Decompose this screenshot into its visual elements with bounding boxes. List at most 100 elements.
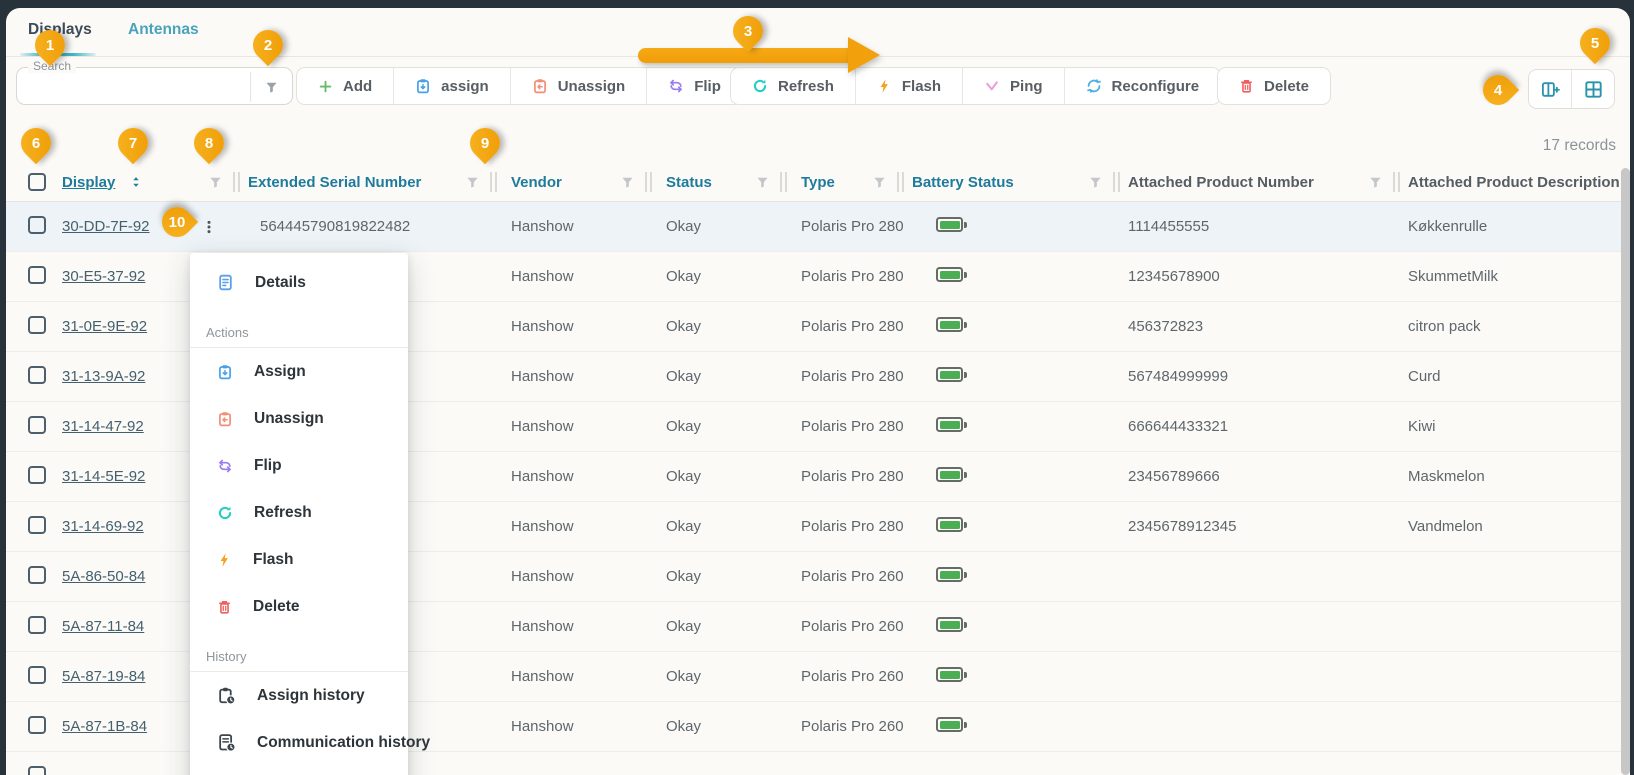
search-input[interactable]	[25, 69, 240, 103]
add-column-button[interactable]	[1529, 70, 1571, 108]
status-cell: Okay	[666, 518, 702, 535]
column-resize-handle[interactable]	[897, 172, 904, 192]
row-checkbox[interactable]	[28, 515, 46, 534]
display-link[interactable]: 31-14-5E-92	[62, 468, 145, 485]
row-checkbox-cell	[28, 415, 62, 438]
battery-icon	[936, 367, 967, 382]
status-cell: Okay	[666, 268, 702, 285]
ping-button[interactable]: Ping	[962, 68, 1064, 104]
filter-funnel-icon[interactable]	[872, 175, 887, 190]
delete-button[interactable]: Delete	[1218, 68, 1331, 104]
menu-item-label: Details	[255, 273, 306, 291]
column-header-extended-serial-number: Extended Serial Number	[248, 173, 422, 191]
vendor-cell: Hanshow	[511, 418, 574, 435]
filter-funnel-icon[interactable]	[1088, 175, 1103, 190]
vendor-cell: Hanshow	[511, 318, 574, 335]
display-link[interactable]: 30-E5-37-92	[62, 268, 145, 285]
display-link[interactable]: 31-14-69-92	[62, 518, 144, 535]
vendor-cell: Hanshow	[511, 618, 574, 635]
annotation-badge-6: 6	[14, 121, 58, 165]
column-resize-handle[interactable]	[645, 172, 652, 192]
product-number-cell: 1114455555	[1128, 218, 1210, 235]
row-checkbox[interactable]	[28, 215, 46, 234]
serial-cell: 564445790819822482	[260, 218, 411, 235]
display-link[interactable]: 30-DD-7F-92	[62, 218, 150, 235]
filter-funnel-icon[interactable]	[208, 175, 223, 190]
status-cell: Okay	[666, 718, 702, 735]
vendor-cell: Hanshow	[511, 468, 574, 485]
trash-icon	[1239, 78, 1254, 94]
menu-item-assign[interactable]: Assign	[190, 348, 408, 395]
annotation-badge-3: 3	[726, 9, 770, 53]
annotation-badge-2: 2	[246, 23, 290, 67]
row-checkbox[interactable]	[28, 415, 46, 434]
row-menu-button[interactable]	[201, 219, 217, 235]
reconfigure-button[interactable]: Reconfigure	[1063, 68, 1221, 104]
product-number-cell: 2345678912345	[1128, 518, 1237, 535]
display-link[interactable]: 5A-87-11-84	[62, 618, 144, 635]
menu-item-refresh[interactable]: Refresh	[190, 489, 408, 536]
menu-item-details[interactable]: Details	[190, 259, 408, 306]
refresh-button[interactable]: Refresh	[731, 68, 855, 104]
flash-button[interactable]: Flash	[854, 68, 963, 104]
refresh-icon	[217, 505, 233, 521]
row-checkbox[interactable]	[28, 615, 46, 634]
type-cell: Polaris Pro 260	[801, 668, 904, 685]
filter-funnel-icon[interactable]	[620, 175, 635, 190]
menu-item-label: Communication history	[257, 733, 431, 751]
row-checkbox[interactable]	[28, 665, 46, 684]
display-link[interactable]: 5A-86-50-84	[62, 568, 145, 585]
table-row[interactable]: 30-DD-7F-92 564445790819822482 Hanshow O…	[6, 202, 1630, 252]
column-resize-handle[interactable]	[490, 172, 497, 192]
filter-funnel-icon[interactable]	[1368, 175, 1383, 190]
row-checkbox[interactable]	[28, 765, 46, 775]
select-all-checkbox[interactable]	[28, 173, 46, 191]
battery-icon	[936, 467, 967, 482]
annotation-badge-8: 8	[187, 121, 231, 165]
assign-button[interactable]: assign	[393, 68, 510, 104]
vendor-cell: Hanshow	[511, 218, 574, 235]
document-clock-icon	[217, 733, 236, 752]
row-checkbox[interactable]	[28, 565, 46, 584]
search-filter-icon[interactable]	[250, 72, 292, 102]
vendor-cell: Hanshow	[511, 518, 574, 535]
display-link[interactable]: 5A-87-1B-84	[62, 718, 147, 735]
column-settings-button[interactable]	[1571, 70, 1614, 108]
menu-item-flash[interactable]: Flash	[190, 536, 408, 583]
battery-icon	[936, 267, 967, 282]
filter-funnel-icon[interactable]	[755, 175, 770, 190]
row-checkbox[interactable]	[28, 465, 46, 484]
flip-button[interactable]: Flip	[646, 68, 742, 104]
menu-item-communication-history[interactable]: Communication history	[190, 719, 430, 766]
annotation-badge-4: 4	[1476, 68, 1520, 112]
button-label: Ping	[1010, 77, 1043, 95]
clipboard-down-icon	[415, 78, 431, 94]
type-cell: Polaris Pro 280	[801, 518, 904, 535]
display-link[interactable]: 5A-87-19-84	[62, 668, 145, 685]
tab-antennas[interactable]: Antennas	[128, 21, 199, 39]
column-resize-handle[interactable]	[233, 172, 240, 192]
column-header-display[interactable]: Display	[62, 174, 115, 191]
display-link[interactable]: 31-0E-9E-92	[62, 318, 147, 335]
menu-item-flip[interactable]: Flip	[190, 442, 408, 489]
reconfigure-icon	[1086, 78, 1102, 94]
column-resize-handle[interactable]	[1393, 172, 1400, 192]
column-resize-handle[interactable]	[780, 172, 787, 192]
column-header-vendor: Vendor	[511, 173, 562, 191]
column-resize-handle[interactable]	[1113, 172, 1120, 192]
display-link[interactable]: 31-14-47-92	[62, 418, 144, 435]
sort-icon[interactable]	[129, 175, 143, 189]
row-checkbox[interactable]	[28, 365, 46, 384]
filter-funnel-icon[interactable]	[465, 175, 480, 190]
type-cell: Polaris Pro 260	[801, 618, 904, 635]
menu-item-delete[interactable]: Delete	[190, 583, 408, 630]
row-checkbox[interactable]	[28, 715, 46, 734]
display-link[interactable]: 31-13-9A-92	[62, 368, 145, 385]
menu-item-unassign[interactable]: Unassign	[190, 395, 408, 442]
row-checkbox[interactable]	[28, 265, 46, 284]
add-button[interactable]: Add	[297, 68, 394, 104]
vertical-scrollbar[interactable]	[1621, 168, 1630, 775]
row-checkbox[interactable]	[28, 315, 46, 334]
unassign-button[interactable]: Unassign	[509, 68, 647, 104]
menu-item-assign-history[interactable]: Assign history	[190, 672, 408, 719]
